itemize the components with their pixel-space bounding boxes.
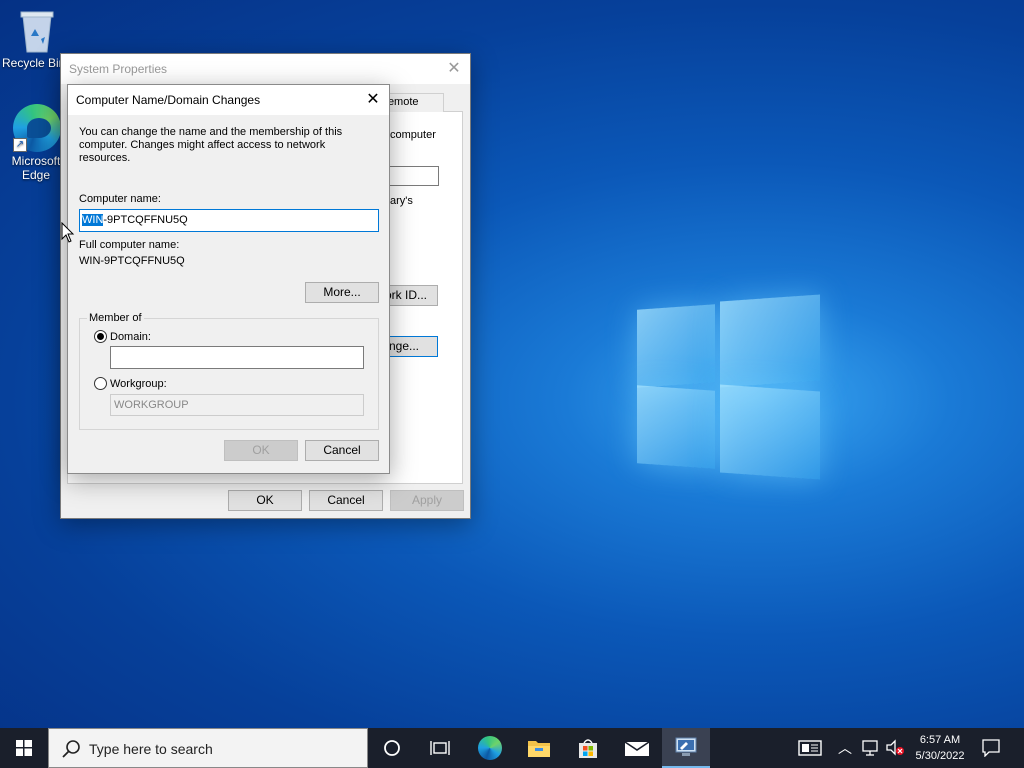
dialog-title: Computer Name/Domain Changes (76, 93, 261, 107)
recycle-bin-icon (17, 6, 57, 54)
taskbar-edge-icon (478, 736, 502, 760)
network-icon[interactable] (862, 740, 880, 756)
taskbar-clock[interactable]: 6:57 AM 5/30/2022 (905, 732, 975, 764)
recycle-bin-label: Recycle Bin (2, 56, 62, 70)
notification-icon[interactable] (982, 739, 1000, 757)
task-view-button[interactable] (416, 728, 464, 768)
taskbar-edge-button[interactable] (466, 728, 514, 768)
domain-input[interactable] (110, 346, 364, 369)
file-explorer-button[interactable] (515, 728, 563, 768)
store-icon (579, 739, 597, 758)
workgroup-input[interactable]: WORKGROUP (110, 394, 364, 416)
partial-text-computer: computer (390, 129, 436, 141)
dialog-titlebar[interactable]: Computer Name/Domain Changes ✕ (68, 85, 389, 115)
cortana-button[interactable] (368, 728, 416, 768)
dialog-description: You can change the name and the membersh… (79, 126, 343, 164)
computer-name-input[interactable]: WIN-9PTCQFFNU5Q (79, 209, 379, 232)
system-properties-apply-button[interactable]: Apply (390, 490, 464, 511)
search-placeholder: Type here to search (89, 741, 213, 757)
mouse-cursor-icon (61, 222, 75, 243)
computer-name-dialog: Computer Name/Domain Changes ✕ You can c… (67, 84, 390, 474)
clock-time: 6:57 AM (919, 734, 961, 746)
store-button[interactable] (564, 728, 612, 768)
member-of-label: Member of (87, 312, 144, 324)
taskbar-search-box[interactable]: Type here to search (48, 728, 368, 768)
computer-name-selected-text: WIN (82, 214, 104, 226)
system-properties-close-icon[interactable]: ✕ (438, 54, 470, 84)
edge-icon: ↗ (13, 104, 61, 152)
taskbar: Type here to search ︿ 6:57 AM 5/30/2022 (0, 728, 1024, 768)
computer-name-text: -9PTCQFFNU5Q (103, 214, 188, 226)
dialog-cancel-button[interactable]: Cancel (305, 440, 379, 461)
full-name-label: Full computer name: (79, 239, 180, 251)
start-button[interactable] (0, 728, 48, 768)
task-view-icon (430, 741, 450, 755)
system-properties-ok-button[interactable]: OK (228, 490, 302, 511)
windows-wallpaper-logo (620, 280, 840, 490)
dialog-ok-button[interactable]: OK (224, 440, 298, 461)
system-properties-taskbar-button[interactable] (662, 728, 710, 768)
windows-start-icon (16, 740, 32, 756)
edge-label: Microsoft Edge (11, 154, 61, 182)
news-widget-button[interactable] (786, 728, 834, 768)
system-properties-titlebar[interactable]: System Properties ✕ (61, 54, 470, 84)
domain-label: Domain: (110, 331, 151, 343)
system-properties-title: System Properties (69, 62, 168, 76)
full-name-value: WIN-9PTCQFFNU5Q (79, 255, 185, 267)
news-icon (798, 740, 822, 756)
partial-field (385, 166, 439, 186)
dialog-close-icon[interactable]: ✕ (357, 85, 389, 115)
tray-overflow-chevron-icon[interactable]: ︿ (838, 738, 852, 758)
cortana-icon (384, 740, 400, 756)
search-icon (62, 740, 80, 758)
mail-icon (624, 741, 650, 756)
workgroup-label: Workgroup: (110, 378, 167, 390)
computer-name-label: Computer name: (79, 193, 161, 205)
volume-muted-icon[interactable] (885, 739, 905, 757)
clock-date: 5/30/2022 (915, 750, 965, 762)
system-properties-cancel-button[interactable]: Cancel (309, 490, 383, 511)
folder-icon (528, 741, 550, 757)
more-button[interactable]: More... (305, 282, 379, 303)
workgroup-radio[interactable] (94, 377, 107, 390)
mail-button[interactable] (613, 728, 661, 768)
partial-text-ary: ary's (390, 195, 413, 207)
system-properties-icon (675, 737, 697, 756)
tab-remote[interactable]: Remote (386, 93, 444, 112)
domain-radio[interactable] (94, 330, 107, 343)
